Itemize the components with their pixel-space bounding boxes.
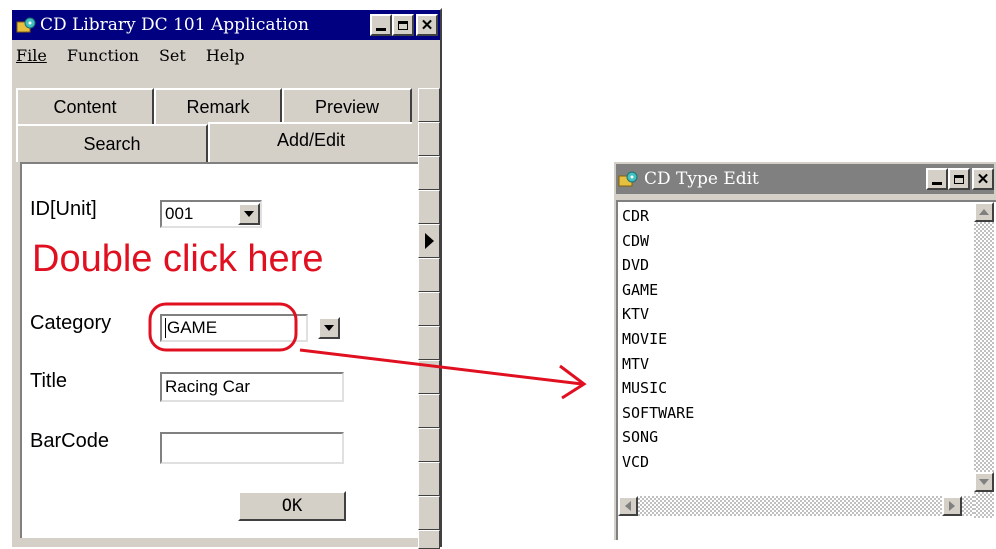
list-item[interactable]: MOVIE [618,327,694,352]
list-item[interactable]: MTV [618,352,694,377]
list-item[interactable]: MUSIC [618,376,694,401]
list-item[interactable]: GAME [618,278,694,303]
triangle-down-icon [979,479,989,485]
highlight-oval [148,302,298,352]
list-item[interactable]: DVD [618,253,694,278]
triangle-up-icon [979,209,989,215]
list-item[interactable]: SONG [618,425,694,450]
vertical-scrollbar[interactable] [974,202,994,518]
list-item[interactable]: SOFTWARE [618,401,694,426]
list-item[interactable]: CDW [618,229,694,254]
list-item[interactable]: KTV [618,302,694,327]
type-list[interactable]: CDR CDW DVD GAME KTV MOVIE MTV MUSIC SOF… [616,200,996,540]
list-item[interactable]: VCD [618,450,694,475]
cd-type-title-bar[interactable]: CD Type Edit ✕ [616,164,994,194]
scroll-up-button[interactable] [974,202,994,222]
triangle-left-icon [625,501,631,511]
cd-type-window-title: CD Type Edit [644,169,759,189]
minimize-icon[interactable] [926,168,948,190]
close-icon[interactable]: ✕ [972,168,994,190]
type-list-items: CDR CDW DVD GAME KTV MOVIE MTV MUSIC SOF… [618,204,694,475]
scroll-left-button[interactable] [618,496,638,516]
scroll-right-button[interactable] [942,496,962,516]
list-item[interactable]: CDR [618,204,694,229]
horizontal-scrollbar[interactable] [618,496,974,516]
triangle-right-icon [949,501,955,511]
scroll-down-button[interactable] [974,472,994,492]
cd-type-window: CD Type Edit ✕ CDR CDW DVD GAME KTV MOVI… [612,160,996,540]
app-icon [618,170,638,188]
arrow-line [299,348,583,386]
maximize-icon[interactable] [948,168,970,190]
